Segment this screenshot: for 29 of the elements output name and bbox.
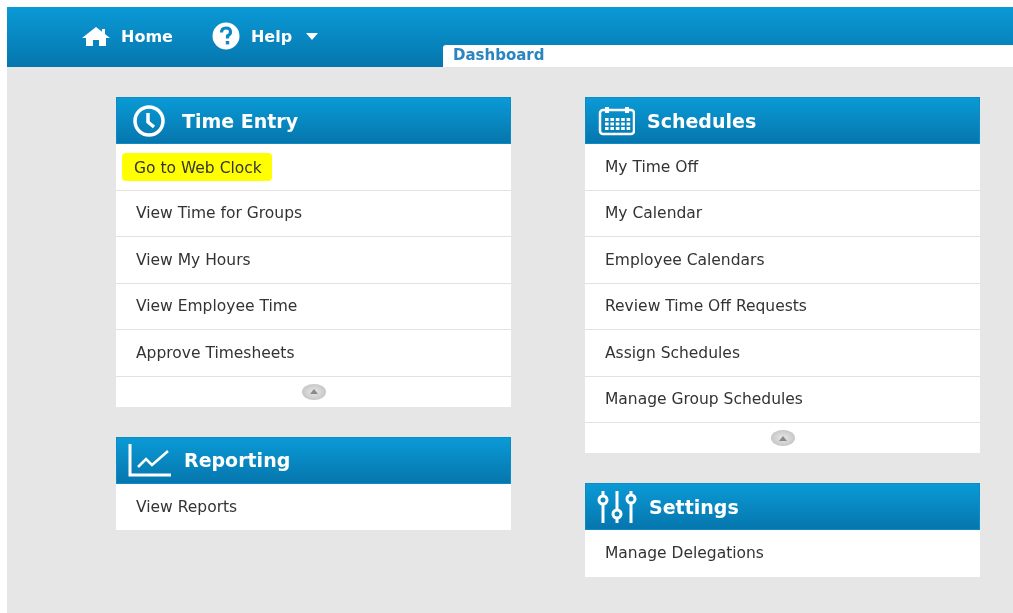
scroll-up-button[interactable]: [301, 383, 326, 400]
help-icon: [210, 22, 241, 50]
menu-link[interactable]: My Time Off: [585, 144, 980, 191]
card-title: Reporting: [184, 449, 291, 471]
nav-link[interactable]: Help: [210, 23, 319, 49]
menu-link[interactable]: Approve Timesheets: [116, 330, 511, 377]
card-title: Settings: [649, 495, 739, 518]
sliders-icon: [597, 489, 637, 524]
line-chart-icon: [128, 443, 172, 477]
menu-link[interactable]: My Calendar: [585, 190, 980, 237]
menu-link[interactable]: View Employee Time: [116, 283, 511, 330]
card-title: Time Entry: [182, 109, 299, 132]
nav-link[interactable]: Home: [81, 23, 173, 49]
up-arrow-icon: [309, 389, 318, 394]
home-icon: [81, 26, 111, 46]
up-arrow-icon: [778, 435, 787, 441]
menu-link[interactable]: Employee Calendars: [585, 237, 980, 284]
menu-link[interactable]: Assign Schedules: [585, 330, 980, 377]
menu-link[interactable]: Manage Delegations: [585, 530, 980, 577]
scroll-up-button[interactable]: [770, 430, 795, 446]
menu-link[interactable]: Go to Web Clock: [116, 144, 511, 191]
menu-link[interactable]: View Reports: [116, 483, 511, 530]
menu-link[interactable]: View My Hours: [116, 237, 511, 284]
menu-link[interactable]: Review Time Off Requests: [585, 283, 980, 330]
menu-link[interactable]: Manage Group Schedules: [585, 376, 980, 423]
menu-link[interactable]: View Time for Groups: [116, 190, 511, 237]
dashboard-tab[interactable]: Dashboard: [443, 45, 1013, 67]
card-title: Schedules: [647, 109, 757, 132]
calendar-icon: [597, 105, 635, 136]
